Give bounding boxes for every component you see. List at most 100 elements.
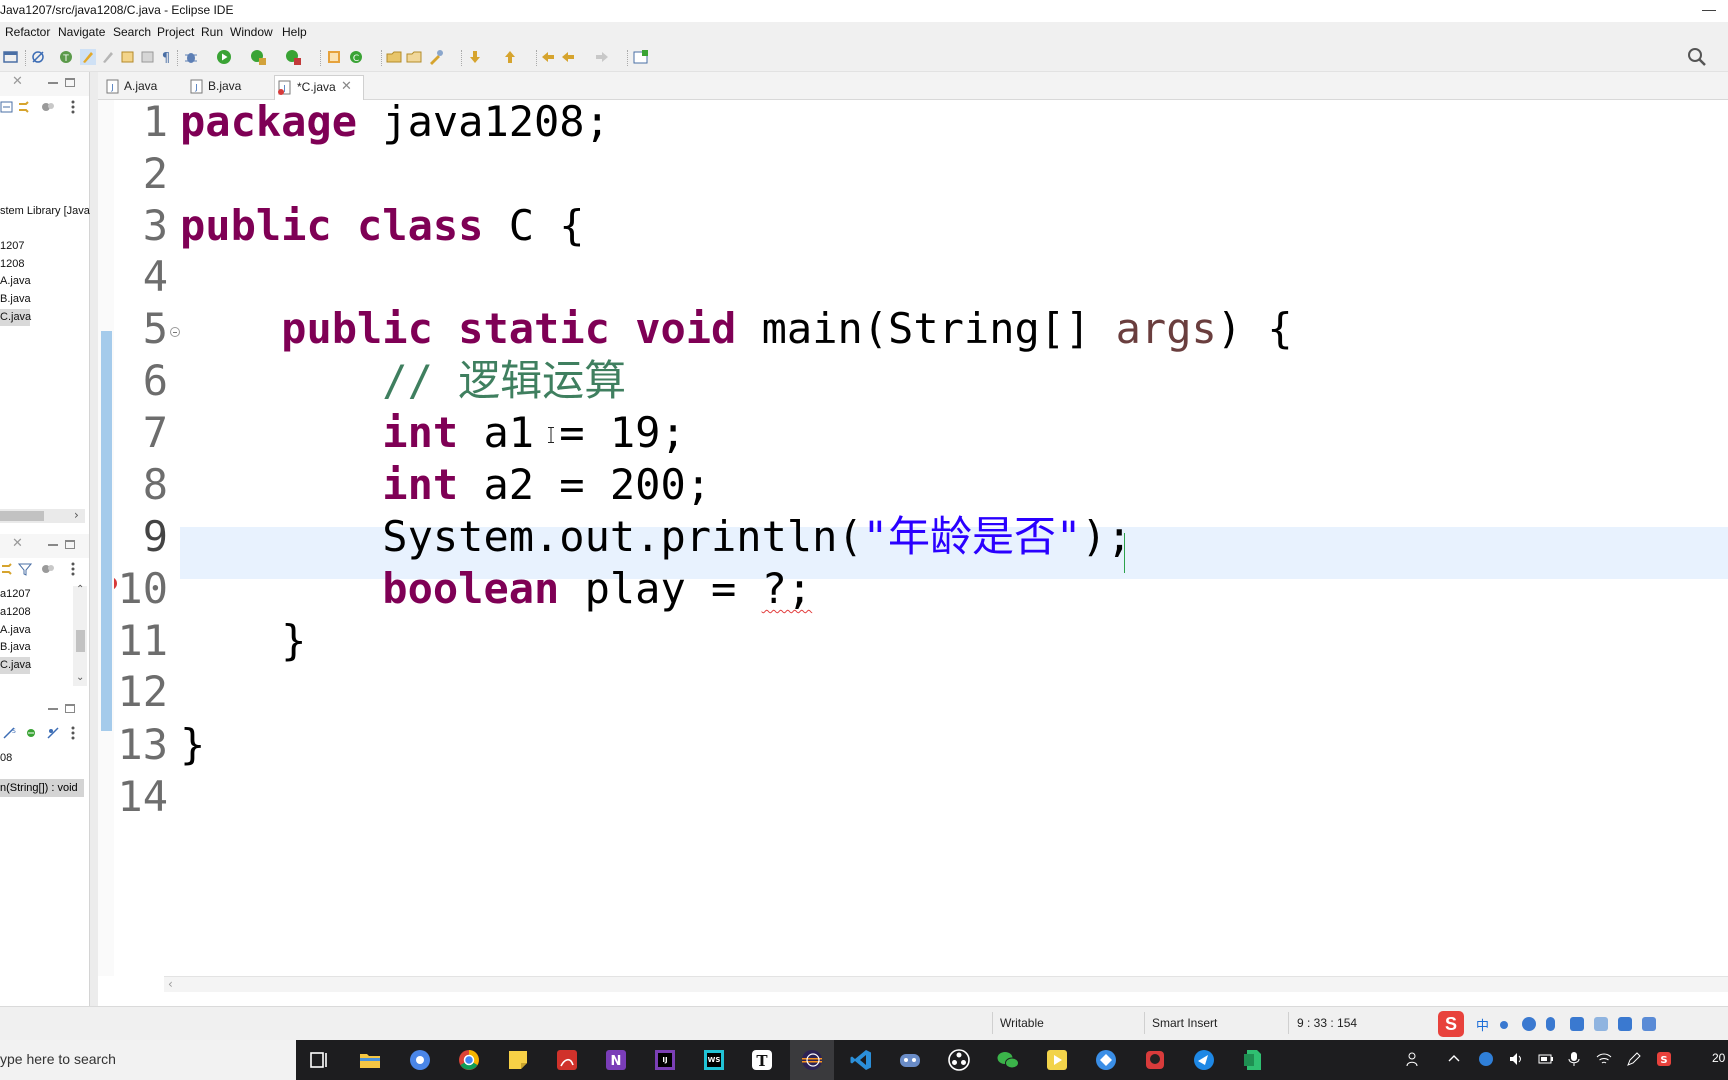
tree-item-b-java[interactable]: B.java bbox=[0, 639, 31, 656]
vertical-scrollbar[interactable]: ⌃ ⌄ bbox=[73, 584, 87, 686]
skin-icon[interactable] bbox=[1618, 1017, 1632, 1031]
pen-icon[interactable] bbox=[1626, 1051, 1642, 1067]
tree-item-a-java[interactable]: A.java bbox=[0, 622, 31, 639]
tab-a-java[interactable]: J A.java bbox=[106, 75, 178, 100]
media-player-icon[interactable] bbox=[1045, 1048, 1069, 1072]
sticky-notes-icon[interactable] bbox=[506, 1048, 530, 1072]
code-text-area[interactable]: 1 2 3 4 5 6 7 8 9 10 11 12 13 14 package… bbox=[114, 100, 1728, 976]
security-shield-icon[interactable] bbox=[1478, 1051, 1494, 1067]
minimize-icon[interactable] bbox=[48, 708, 58, 710]
maximize-icon[interactable] bbox=[65, 704, 75, 713]
taskbar-search-box[interactable]: ype here to search bbox=[0, 1040, 296, 1080]
filter-icon[interactable] bbox=[18, 562, 32, 576]
hide-static-icon[interactable] bbox=[24, 726, 38, 740]
scroll-down-icon[interactable]: ⌄ bbox=[76, 672, 84, 683]
tab-c-java[interactable]: J *C.java ✕ bbox=[274, 75, 364, 100]
browser-icon[interactable] bbox=[408, 1048, 432, 1072]
open-perspective-icon[interactable] bbox=[633, 49, 649, 65]
file-explorer-icon[interactable] bbox=[358, 1048, 382, 1072]
microphone-icon[interactable] bbox=[1546, 1017, 1555, 1031]
tree-item-java1207[interactable]: 1207 bbox=[0, 238, 24, 255]
horizontal-scrollbar[interactable]: › bbox=[0, 508, 85, 523]
user-icon[interactable] bbox=[1594, 1017, 1608, 1031]
open-folder-icon[interactable] bbox=[406, 49, 422, 65]
show-hidden-icons-icon[interactable] bbox=[1446, 1051, 1462, 1067]
coverage-icon[interactable] bbox=[250, 49, 266, 65]
sogou-ime-icon[interactable]: S bbox=[1438, 1011, 1464, 1037]
tree-item-c-java[interactable]: C.java bbox=[0, 309, 31, 326]
webstorm-icon[interactable]: WS bbox=[702, 1048, 726, 1072]
obs-icon[interactable] bbox=[947, 1048, 971, 1072]
last-edit-location-icon[interactable] bbox=[540, 49, 556, 65]
scrollbar-thumb[interactable] bbox=[0, 511, 44, 521]
clock-text[interactable]: 20 bbox=[1712, 1051, 1725, 1065]
view-menu-icon[interactable] bbox=[66, 562, 80, 576]
debug-icon[interactable] bbox=[183, 49, 199, 65]
menu-refactor[interactable]: Refactor bbox=[5, 25, 50, 39]
wechat-icon[interactable] bbox=[996, 1048, 1020, 1072]
acrobat-icon[interactable] bbox=[555, 1048, 579, 1072]
minimize-button[interactable]: — bbox=[1702, 1, 1716, 17]
prev-annotation-icon[interactable] bbox=[140, 49, 156, 65]
minimize-icon[interactable] bbox=[48, 544, 58, 546]
task-view-icon[interactable] bbox=[308, 1048, 332, 1072]
link-with-editor-icon[interactable] bbox=[0, 562, 14, 576]
toggle-block-selection-icon[interactable] bbox=[100, 49, 116, 65]
link-with-editor-icon[interactable] bbox=[17, 100, 31, 114]
filter-icon[interactable] bbox=[41, 100, 55, 114]
assistant-icon[interactable] bbox=[1143, 1048, 1167, 1072]
external-tools-icon[interactable] bbox=[285, 49, 301, 65]
hide-non-public-icon[interactable] bbox=[46, 726, 60, 740]
run-icon[interactable] bbox=[216, 49, 232, 65]
menu-search[interactable]: Search bbox=[113, 25, 151, 39]
minimize-icon[interactable] bbox=[48, 82, 58, 84]
maximize-icon[interactable] bbox=[65, 78, 75, 87]
collapse-all-icon[interactable] bbox=[0, 100, 14, 114]
chrome-icon[interactable] bbox=[457, 1048, 481, 1072]
toolbox-icon[interactable] bbox=[1642, 1017, 1656, 1031]
hide-fields-icon[interactable]: S bbox=[2, 726, 16, 740]
back-icon[interactable] bbox=[560, 49, 576, 65]
tree-item-a-java[interactable]: A.java bbox=[0, 273, 31, 290]
emoji-icon[interactable] bbox=[1522, 1017, 1536, 1031]
scroll-up-icon[interactable]: ⌃ bbox=[76, 584, 84, 595]
insert-mode-status[interactable]: Smart Insert bbox=[1152, 1016, 1217, 1030]
menu-navigate[interactable]: Navigate bbox=[58, 25, 105, 39]
menu-help[interactable]: Help bbox=[282, 25, 307, 39]
editor-horizontal-scrollbar[interactable]: ‹ bbox=[164, 976, 1728, 992]
tree-item-c-java[interactable]: C.java bbox=[0, 657, 31, 674]
tree-item-b-java[interactable]: B.java bbox=[0, 291, 31, 308]
punctuation-icon[interactable] bbox=[1500, 1021, 1508, 1029]
next-edit-location-icon[interactable] bbox=[467, 49, 483, 65]
feishu-icon[interactable] bbox=[1192, 1048, 1216, 1072]
tree-item-java1208[interactable]: 1208 bbox=[0, 256, 24, 273]
vscode-icon[interactable] bbox=[849, 1048, 873, 1072]
maximize-icon[interactable] bbox=[65, 540, 75, 549]
scroll-left-icon[interactable]: ‹ bbox=[168, 977, 173, 991]
view-menu-icon[interactable] bbox=[66, 100, 80, 114]
tree-item-java1208[interactable]: a1208 bbox=[0, 604, 31, 621]
menu-window[interactable]: Window bbox=[230, 25, 273, 39]
open-type-hierarchy-icon[interactable] bbox=[386, 49, 402, 65]
outline-method-item[interactable]: n(String[]) : void bbox=[0, 779, 84, 797]
skip-breakpoints-icon[interactable] bbox=[30, 49, 46, 65]
open-type-icon[interactable]: T bbox=[58, 49, 74, 65]
sash-divider[interactable] bbox=[89, 72, 98, 1006]
scrollbar-thumb[interactable] bbox=[76, 630, 85, 652]
keyboard-icon[interactable] bbox=[1570, 1017, 1584, 1031]
search-icon[interactable] bbox=[1687, 47, 1707, 67]
outline-package-item[interactable]: 08 bbox=[0, 750, 12, 767]
people-icon[interactable] bbox=[1406, 1051, 1422, 1067]
menu-run[interactable]: Run bbox=[201, 25, 223, 39]
tree-item-java1207[interactable]: a1207 bbox=[0, 586, 31, 603]
close-icon[interactable]: ✕ bbox=[12, 536, 23, 551]
onenote-icon[interactable]: N bbox=[604, 1048, 628, 1072]
close-icon[interactable]: ✕ bbox=[12, 74, 23, 89]
menu-project[interactable]: Project bbox=[157, 25, 194, 39]
new-window-icon[interactable] bbox=[3, 49, 19, 65]
view-menu-icon[interactable] bbox=[66, 726, 80, 740]
game-controller-icon[interactable] bbox=[898, 1048, 922, 1072]
microphone-icon[interactable] bbox=[1566, 1051, 1582, 1067]
forward-icon[interactable] bbox=[594, 49, 610, 65]
sogou-tray-icon[interactable]: S bbox=[1656, 1051, 1672, 1067]
